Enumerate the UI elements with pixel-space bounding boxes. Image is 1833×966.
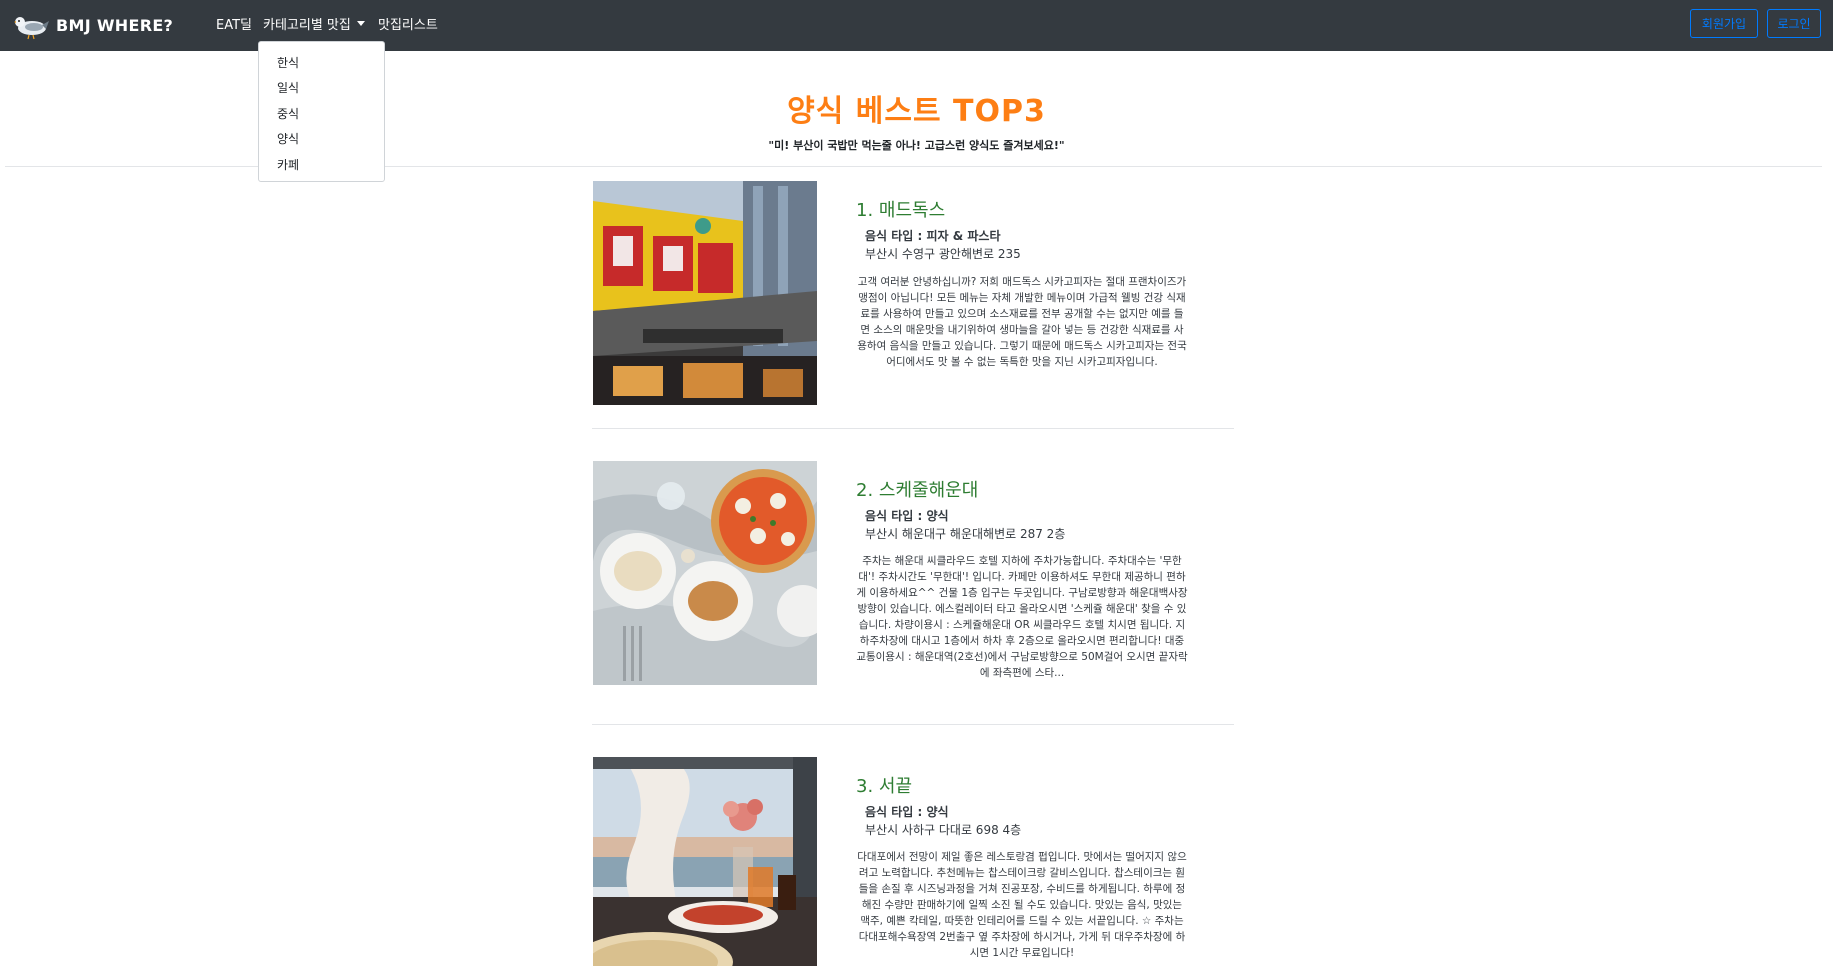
restaurant-description: 주차는 해운대 씨클라우드 호텔 지하에 주차가능합니다. 주차대수는 '무한대… bbox=[856, 555, 1188, 679]
nav-restaurant-list[interactable]: 맛집리스트 bbox=[378, 14, 438, 33]
seagull-logo-icon bbox=[14, 17, 49, 40]
dropdown-item-korean[interactable]: 한식 bbox=[277, 54, 299, 71]
category-dropdown-menu: 한식 일식 중식 양식 카페 bbox=[258, 41, 385, 182]
restaurant-food-type: 음식 타입 : 피자 & 파스타 bbox=[865, 229, 1001, 243]
dropdown-item-western[interactable]: 양식 bbox=[277, 130, 299, 147]
card-divider bbox=[592, 724, 1234, 725]
restaurant-address: 부산시 수영구 광안해변로 235 bbox=[865, 247, 1021, 261]
restaurant-photo[interactable] bbox=[593, 757, 817, 966]
restaurant-title[interactable]: 2. 스케줄해운대 bbox=[856, 476, 978, 502]
restaurant-description: 고객 여러분 안녕하십니까? 저희 매드독스 시카고피자는 절대 프랜차이즈가맹… bbox=[857, 276, 1187, 368]
brand-name: BMJ WHERE? bbox=[56, 15, 174, 35]
nav-category-dropdown[interactable]: 카테고리별 맛집 bbox=[263, 14, 365, 33]
signup-button[interactable]: 회원가입 bbox=[1690, 9, 1758, 38]
restaurant-description: 다대포에서 전망이 제일 좋은 레스토랑겸 펍입니다. 맛에서는 떨어지지 않으… bbox=[857, 851, 1187, 959]
restaurant-address: 부산시 사하구 다대로 698 4층 bbox=[865, 823, 1022, 837]
restaurant-food-type: 음식 타입 : 양식 bbox=[865, 509, 949, 523]
restaurant-title[interactable]: 1. 매드독스 bbox=[856, 196, 945, 222]
dropdown-item-japanese[interactable]: 일식 bbox=[277, 79, 299, 96]
restaurant-address: 부산시 해운대구 해운대해변로 287 2층 bbox=[865, 527, 1066, 541]
brand[interactable]: BMJ WHERE? bbox=[12, 8, 173, 42]
restaurant-title[interactable]: 3. 서끝 bbox=[856, 772, 912, 798]
login-button[interactable]: 로그인 bbox=[1767, 9, 1821, 38]
nav-eat-deal[interactable]: EAT딜 bbox=[216, 14, 252, 33]
restaurant-food-type: 음식 타입 : 양식 bbox=[865, 805, 949, 819]
dropdown-item-chinese[interactable]: 중식 bbox=[277, 105, 299, 122]
restaurant-photo[interactable] bbox=[593, 461, 817, 685]
restaurant-photo[interactable] bbox=[593, 181, 817, 405]
caret-down-icon bbox=[356, 21, 365, 26]
dropdown-item-cafe[interactable]: 카페 bbox=[277, 156, 299, 173]
card-divider bbox=[592, 428, 1234, 429]
nav-category-label: 카테고리별 맛집 bbox=[263, 18, 351, 33]
